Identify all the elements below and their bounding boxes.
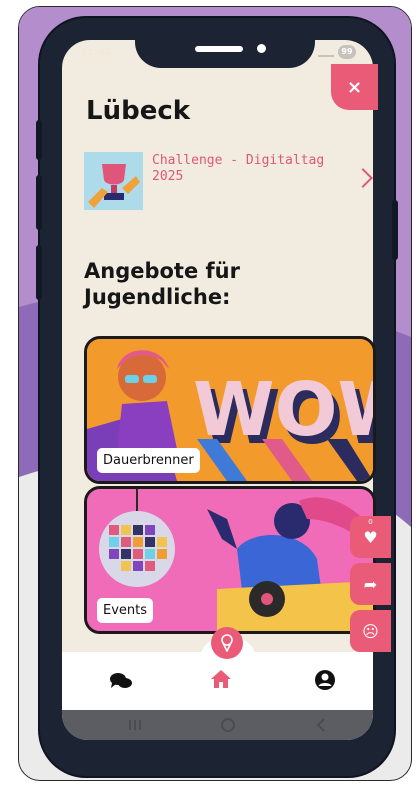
tile-events[interactable]: Events xyxy=(84,486,376,634)
ice-cream-icon xyxy=(221,634,233,652)
tile-dauerbrenner[interactable]: WOW WOW Dauerbrenner xyxy=(84,336,376,484)
volume-button xyxy=(36,120,42,160)
signal-icon xyxy=(318,47,334,57)
nav-home[interactable] xyxy=(210,669,232,693)
section-title-line: Angebote für xyxy=(84,259,240,283)
like-button[interactable]: 0 ♥ xyxy=(350,516,391,558)
battery-icon: 99 xyxy=(338,45,356,59)
nav-chat[interactable] xyxy=(110,672,132,694)
nav-profile[interactable] xyxy=(314,669,336,695)
trophy-illustration xyxy=(84,152,143,210)
heart-icon: ♥ xyxy=(363,527,378,547)
challenge-thumbnail[interactable] xyxy=(84,152,143,210)
power-button xyxy=(392,200,398,260)
side-action-bar: 0 ♥ ➦ ☹ xyxy=(350,516,391,657)
status-icons: 99 xyxy=(318,45,356,59)
dislike-button[interactable]: ☹ xyxy=(350,610,391,652)
tile-label: Events xyxy=(97,598,154,623)
share-button[interactable]: ➦ xyxy=(350,563,391,605)
android-nav-bar xyxy=(62,710,373,740)
share-icon: ➦ xyxy=(363,574,378,594)
section-title-line: Jugendliche: xyxy=(84,285,231,309)
volume-button xyxy=(36,175,42,230)
status-time: 11:42 xyxy=(80,47,112,58)
home-icon xyxy=(211,670,231,688)
tile-label: Dauerbrenner xyxy=(97,448,200,473)
challenge-link[interactable]: Challenge - Digitaltag 2025 xyxy=(152,153,337,185)
city-title: Lübeck xyxy=(86,96,191,126)
section-title: Angebote für Jugendliche: xyxy=(84,258,240,310)
camera-dot xyxy=(257,44,266,53)
like-count: 0 xyxy=(368,518,373,526)
bottom-nav xyxy=(62,652,373,710)
chat-icon xyxy=(110,673,132,688)
profile-icon xyxy=(315,670,335,690)
android-nav-icons xyxy=(129,718,325,732)
speaker-grille xyxy=(195,46,243,52)
center-fab-button[interactable] xyxy=(211,627,243,659)
volume-button xyxy=(36,245,42,300)
camera-notch xyxy=(135,18,315,68)
close-button[interactable]: × xyxy=(331,64,378,110)
sad-face-icon: ☹ xyxy=(362,621,379,641)
